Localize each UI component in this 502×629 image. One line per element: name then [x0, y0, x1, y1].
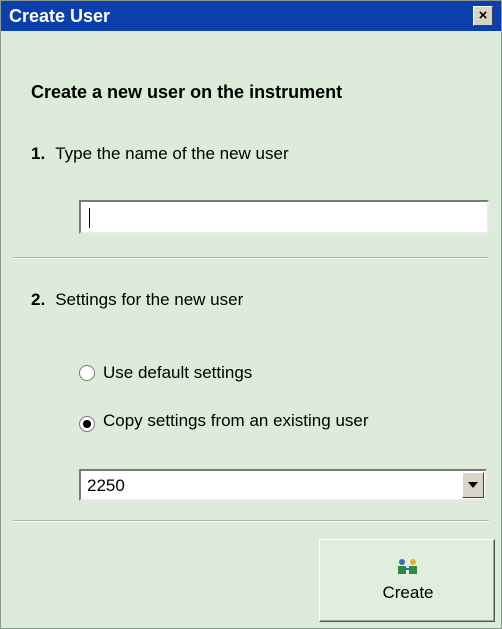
step-2-number: 2. [31, 290, 46, 309]
close-icon: × [478, 7, 488, 24]
create-button-label: Create [382, 583, 434, 602]
copy-settings-label: Copy settings from an existing user [103, 411, 369, 430]
copy-settings-radio[interactable] [79, 416, 95, 432]
create-button[interactable]: Create [319, 539, 495, 622]
existing-user-select[interactable]: 2250 [79, 469, 487, 501]
separator [13, 520, 489, 522]
create-user-dialog: Create User × Create a new user on the i… [0, 0, 502, 629]
text-caret [89, 208, 90, 228]
default-settings-label: Use default settings [103, 363, 253, 382]
step-2-label: 2. Settings for the new user [31, 289, 243, 311]
radio-selected-dot [83, 420, 91, 428]
title-bar[interactable]: Create User × [1, 1, 501, 31]
existing-user-value: 2250 [87, 476, 125, 495]
dropdown-button[interactable] [462, 472, 484, 498]
step-1-text: Type the name of the new user [55, 144, 289, 163]
chevron-down-icon [468, 482, 478, 488]
step-1-label: 1. Type the name of the new user [31, 143, 289, 165]
close-button[interactable]: × [473, 6, 493, 26]
step-2-text: Settings for the new user [55, 290, 244, 309]
default-settings-radio[interactable] [79, 365, 95, 381]
username-input[interactable] [79, 200, 489, 234]
step-1-number: 1. [31, 144, 46, 163]
dialog-heading: Create a new user on the instrument [31, 82, 343, 102]
window-title: Create User [9, 6, 111, 26]
separator [13, 257, 489, 259]
users-icon [398, 559, 417, 574]
